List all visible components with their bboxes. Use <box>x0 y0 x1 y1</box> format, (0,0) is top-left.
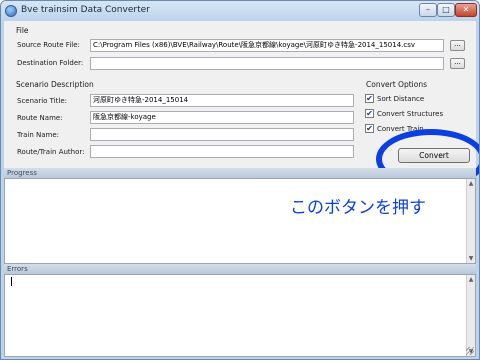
route-train-author-field[interactable] <box>90 145 354 158</box>
convert-button[interactable]: Convert <box>398 148 470 163</box>
source-route-field[interactable]: C:\Program Files (x86)\BVE\Railway\Route… <box>90 39 444 52</box>
source-route-label: Source Route File: <box>17 41 80 49</box>
window-title: Bve trainsim Data Converter <box>21 5 150 15</box>
convert-train-checkbox[interactable]: ✔ <box>365 124 374 133</box>
train-name-field[interactable] <box>90 128 354 141</box>
scenario-title-label: Scenario Title: <box>17 97 68 105</box>
file-heading: File <box>16 26 29 35</box>
convert-options-heading: Convert Options <box>366 80 427 89</box>
errors-header: Errors <box>4 264 476 274</box>
route-name-field[interactable]: 阪急京都線-koyage <box>90 111 354 124</box>
route-train-author-label: Route/Train Author: <box>17 148 85 156</box>
convert-structures-checkbox[interactable]: ✔ <box>365 109 374 118</box>
resize-grip-icon[interactable] <box>466 347 474 355</box>
errors-scrollbar[interactable]: ▲ ▼ <box>466 275 475 356</box>
progress-pane[interactable]: ▲ ▼ <box>4 178 476 264</box>
scenario-heading: Scenario Description <box>16 80 94 89</box>
destination-browse-button[interactable]: ... <box>450 58 465 69</box>
minimize-button[interactable]: – <box>419 3 437 17</box>
client-area: File Source Route File: C:\Program Files… <box>4 21 479 357</box>
sort-distance-label: Sort Distance <box>377 95 425 103</box>
scroll-down-arrow-icon[interactable]: ▼ <box>467 254 475 263</box>
source-browse-button[interactable]: ... <box>450 40 465 51</box>
text-caret <box>11 277 12 286</box>
convert-train-label: Convert Train <box>377 125 424 133</box>
title-bar[interactable]: Bve trainsim Data Converter – □ ✕ <box>1 1 479 21</box>
scroll-up-arrow-icon[interactable]: ▲ <box>467 179 475 188</box>
progress-header: Progress <box>4 168 476 178</box>
destination-folder-label: Destination Folder: <box>17 59 84 67</box>
scenario-title-field[interactable]: 河原町ゆき特急-2014_15014 <box>90 94 354 107</box>
scroll-up-arrow-icon[interactable]: ▲ <box>467 275 475 284</box>
route-name-label: Route Name: <box>17 114 63 122</box>
instruction-annotation: このボタンを押す <box>290 198 426 218</box>
errors-pane[interactable]: ▲ ▼ <box>4 274 476 357</box>
progress-scrollbar[interactable]: ▲ ▼ <box>466 179 475 263</box>
maximize-button[interactable]: □ <box>437 3 455 17</box>
convert-structures-label: Convert Structures <box>377 110 444 118</box>
destination-folder-field[interactable] <box>90 57 444 70</box>
app-window: Bve trainsim Data Converter – □ ✕ File S… <box>0 0 480 360</box>
train-name-label: Train Name: <box>17 131 60 139</box>
sort-distance-checkbox[interactable]: ✔ <box>365 94 374 103</box>
app-icon <box>5 5 17 17</box>
close-button[interactable]: ✕ <box>455 3 477 17</box>
